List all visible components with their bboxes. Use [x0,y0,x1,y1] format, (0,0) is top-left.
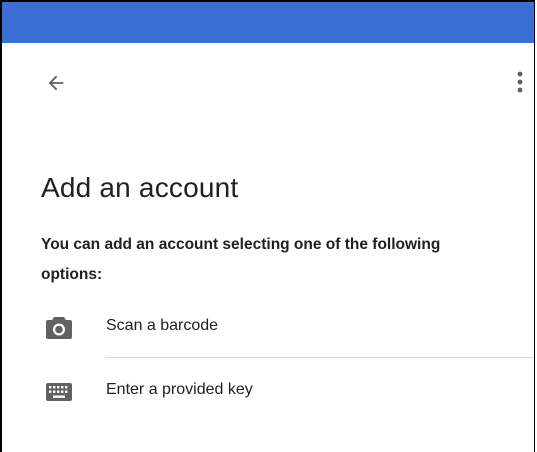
status-bar [2,2,534,43]
scan-barcode-label: Scan a barcode [106,317,219,334]
app-window: Add an account You can add an account se… [0,0,535,452]
enter-key-label: Enter a provided key [106,381,253,398]
keyboard-icon [45,380,73,404]
toolbar [2,43,534,123]
back-button[interactable] [42,69,70,97]
enter-key-option[interactable]: Enter a provided key [2,360,534,422]
page-description: You can add an account selecting one of … [41,236,441,283]
page-title: Add an account [41,172,239,203]
more-options-button[interactable] [508,67,532,97]
option-divider [106,357,534,358]
camera-icon [45,316,73,340]
scan-barcode-option[interactable]: Scan a barcode [2,296,534,358]
arrow-back-icon [48,75,64,91]
more-vert-icon [517,71,523,93]
